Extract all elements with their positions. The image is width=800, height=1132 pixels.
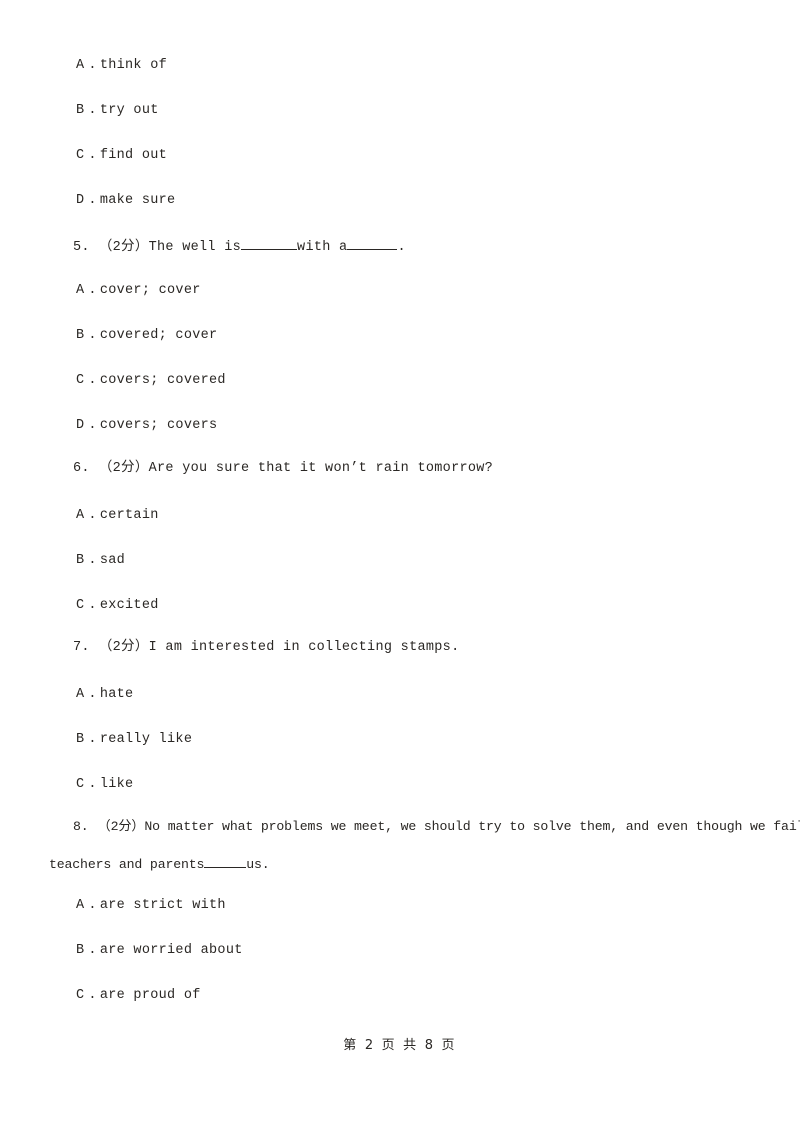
option-label: D [76,418,85,433]
question-score: （2分） [97,819,145,834]
question-number: 5. [73,240,90,256]
question-number: 7. [73,640,90,655]
question-stem-continuation: teachers and parents us. [49,855,270,871]
question-score: （2分） [98,461,149,476]
option-row[interactable]: C. covers; covered [76,374,226,388]
option-label: B [76,553,85,568]
option-text: really like [99,732,193,747]
option-text: covers; covers [99,418,218,433]
option-label: A [76,687,85,702]
answer-blank[interactable] [204,855,247,869]
answer-blank[interactable] [241,237,298,251]
option-row[interactable]: A. hate [76,688,133,702]
option-separator: . [88,898,97,913]
option-separator: . [88,732,97,747]
option-text: find out [99,148,168,163]
stem-text: Are you sure that it won’t rain tomorrow… [148,461,494,476]
page-footer: 第 2 页 共 8 页 [343,1038,457,1053]
option-label: A [76,58,85,73]
option-label: B [76,732,85,747]
option-text: hate [99,687,134,702]
option-row[interactable]: A. certain [76,509,159,523]
option-separator: . [88,148,97,163]
option-separator: . [88,777,97,792]
question-stem: 5. （2分）The well is with a . [73,237,406,255]
option-row[interactable]: D. make sure [76,194,175,208]
option-label: C [76,148,85,163]
stem-text: with a [297,240,348,256]
question-number: 8. [73,819,89,834]
stem-text: us. [246,857,270,873]
option-separator: . [88,988,97,1003]
option-separator: . [88,58,97,73]
exam-page: A. think of B. try out C. find out D. make s… [0,0,800,1132]
option-label: B [76,943,85,958]
option-separator: . [88,103,97,118]
option-row[interactable]: B. try out [76,104,159,118]
stem-text: teachers and parents [49,857,205,873]
option-label: C [76,988,85,1003]
option-label: B [76,103,85,118]
option-text: like [99,777,134,792]
option-separator: . [88,193,97,208]
option-separator: . [88,418,97,433]
option-separator: . [88,328,97,343]
option-text: covered; cover [99,328,218,343]
option-row[interactable]: A. cover; cover [76,284,201,298]
option-row[interactable]: C. are proud of [76,989,201,1003]
option-row[interactable]: B. really like [76,733,192,747]
option-text: sad [99,553,126,568]
option-text: covers; covered [99,373,226,388]
question-stem: 6. （2分）Are you sure that it won’t rain to… [73,462,493,476]
option-label: D [76,193,85,208]
stem-text: I am interested in collecting stamps. [148,640,460,655]
option-text: are worried about [99,943,243,958]
option-row[interactable]: B. are worried about [76,944,243,958]
option-text: are strict with [99,898,226,913]
option-label: C [76,777,85,792]
option-separator: . [88,373,97,388]
option-text: try out [99,103,159,118]
option-text: think of [99,58,168,73]
option-row[interactable]: C. like [76,778,133,792]
question-number: 6. [73,461,90,476]
option-text: certain [99,508,159,523]
option-row[interactable]: B. sad [76,554,125,568]
option-separator: . [88,598,97,613]
option-label: A [76,508,85,523]
option-separator: . [88,283,97,298]
option-text: cover; cover [99,283,201,298]
option-label: A [76,898,85,913]
option-separator: . [88,553,97,568]
option-text: excited [99,598,159,613]
option-row[interactable]: C. find out [76,149,167,163]
option-label: C [76,598,85,613]
answer-blank[interactable] [347,237,398,251]
option-label: C [76,373,85,388]
option-label: A [76,283,85,298]
question-stem: 8. （2分）No matter what problems we meet, w… [73,820,800,833]
option-separator: . [88,508,97,523]
stem-text: No matter what problems we meet, we shou… [144,819,800,834]
option-text: are proud of [99,988,201,1003]
option-separator: . [88,687,97,702]
option-label: B [76,328,85,343]
stem-text: . [397,240,406,256]
option-row[interactable]: A. think of [76,59,167,73]
option-row[interactable]: B. covered; cover [76,329,217,343]
option-row[interactable]: A. are strict with [76,899,226,913]
question-score: （2分） [98,240,149,256]
question-stem: 7. （2分）I am interested in collecting stam… [73,641,459,655]
option-row[interactable]: C. excited [76,599,159,613]
option-row[interactable]: D. covers; covers [76,419,217,433]
question-score: （2分） [98,640,149,655]
stem-text: The well is [148,240,242,256]
option-separator: . [88,943,97,958]
option-text: make sure [99,193,176,208]
